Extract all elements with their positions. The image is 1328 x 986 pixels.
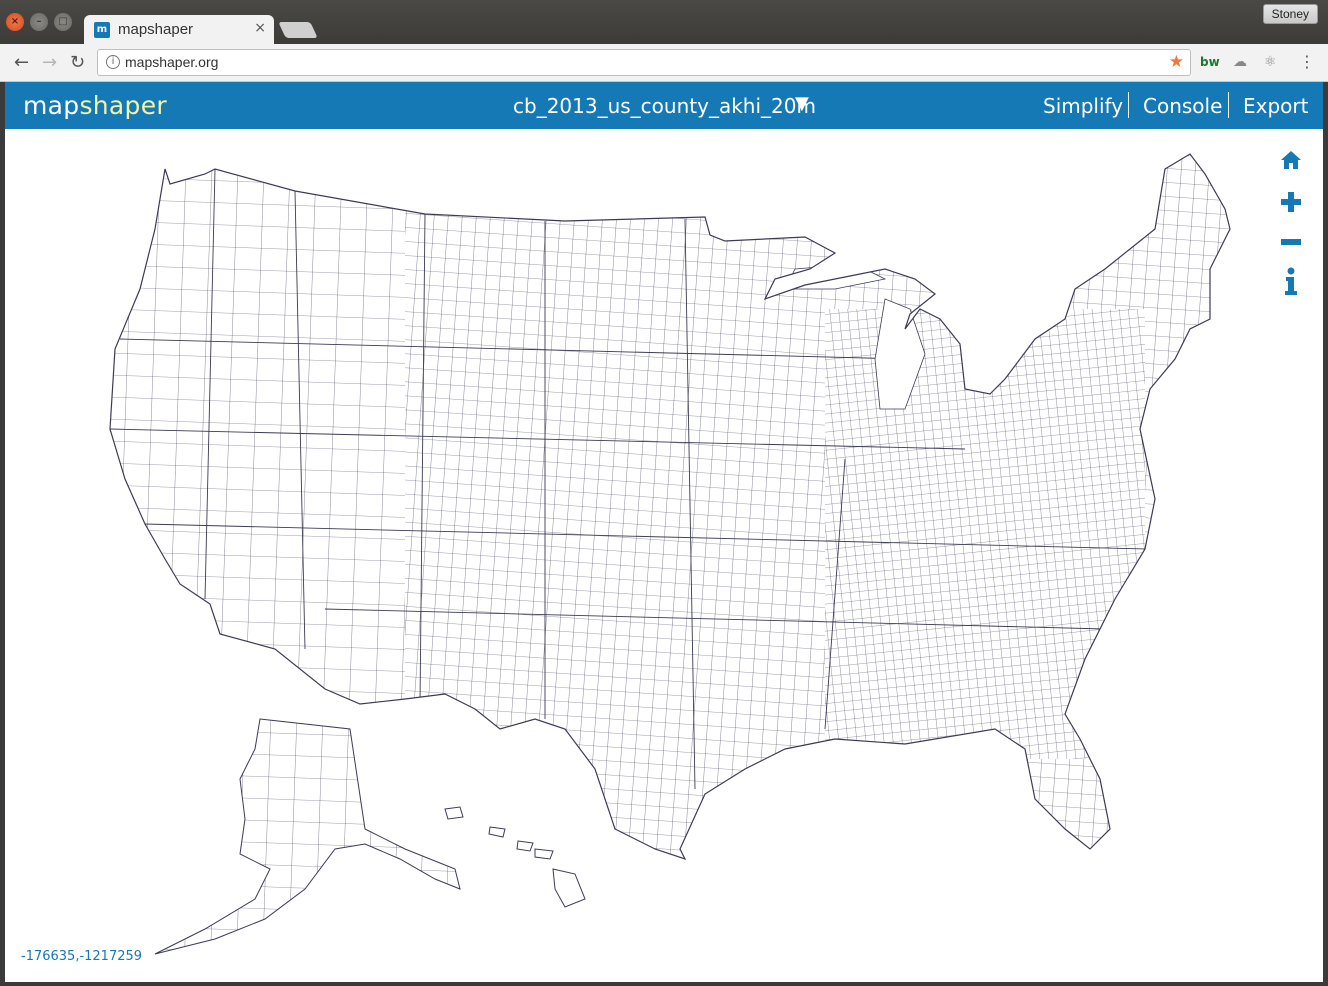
bw-extension-icon[interactable]: bw [1200,55,1220,69]
window-titlebar: × – □ m mapshaper × Stoney [0,0,1328,44]
tab-title: mapshaper [118,21,194,38]
back-arrow-icon[interactable]: ← [14,52,29,73]
window-close-button[interactable]: × [6,13,24,31]
url-text[interactable]: mapshaper.org [125,54,218,70]
logo-part-map: map [23,91,80,120]
forward-arrow-icon[interactable]: → [42,52,57,73]
console-button[interactable]: Console [1143,94,1222,118]
profile-button[interactable]: Stoney [1262,4,1318,24]
window-maximize-button[interactable]: □ [54,13,72,31]
app-header: mapshaper cb_2013_us_county_akhi_20m ▼ S… [5,82,1323,129]
mapshaper-logo: mapshaper [23,91,167,120]
cloud-extension-icon[interactable]: ☁ [1233,54,1247,70]
reload-icon[interactable]: ↻ [70,52,85,73]
browser-toolbar: ← → ↻ i mapshaper.org ★ bw ☁ ⚛ ⋮ [0,44,1328,82]
menu-divider [1128,92,1129,118]
simplify-button[interactable]: Simplify [1043,94,1123,118]
bookmark-star-icon[interactable]: ★ [1169,52,1184,72]
mapshaper-favicon-icon: m [94,22,110,38]
mapshaper-app: mapshaper cb_2013_us_county_akhi_20m ▼ S… [5,82,1323,982]
hawaii-region [444,806,586,908]
browser-tab[interactable]: m mapshaper × [84,15,274,44]
new-tab-button[interactable] [278,22,318,38]
layer-dropdown-icon[interactable]: ▼ [795,93,809,114]
site-info-icon[interactable]: i [106,55,120,69]
county-map[interactable] [5,129,1323,982]
home-icon[interactable] [1278,147,1304,173]
window-bottom-border [0,982,1328,986]
menu-divider [1228,92,1229,118]
export-button[interactable]: Export [1243,94,1308,118]
zoom-out-icon[interactable] [1278,229,1304,255]
alaska-region [154,718,461,955]
coordinate-readout: -176635,-1217259 [21,949,143,964]
address-bar[interactable]: i mapshaper.org ★ [97,49,1191,76]
logo-part-shaper: shaper [79,91,167,120]
layer-name[interactable]: cb_2013_us_county_akhi_20m [513,94,816,118]
tab-close-icon[interactable]: × [254,20,266,36]
map-canvas[interactable]: -176635,-1217259 [5,129,1323,982]
info-icon[interactable] [1278,267,1304,295]
zoom-in-icon[interactable] [1278,189,1304,215]
react-extension-icon[interactable]: ⚛ [1264,54,1277,70]
browser-menu-icon[interactable]: ⋮ [1299,52,1315,71]
window-minimize-button[interactable]: – [30,13,48,31]
